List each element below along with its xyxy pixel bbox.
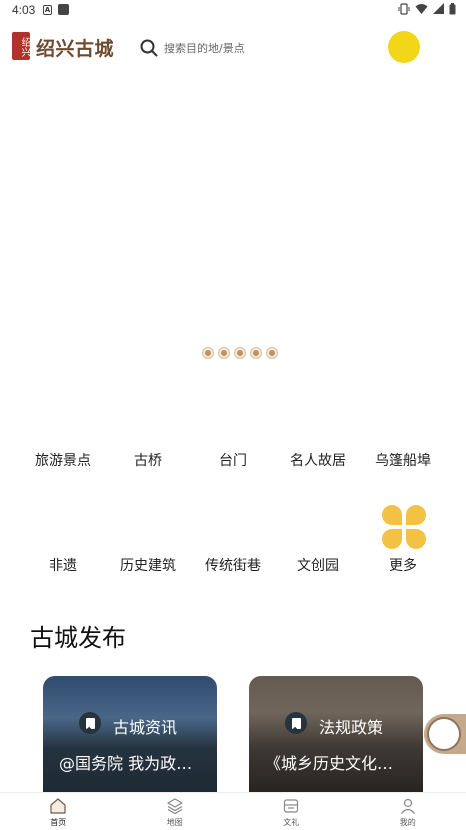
book-icon <box>285 712 307 734</box>
card-tag: 古城资讯 <box>113 718 178 737</box>
search-bar[interactable]: 搜索目的地/景点 <box>140 37 245 59</box>
carousel-dot[interactable] <box>267 348 277 358</box>
toggle-knob <box>427 717 461 751</box>
category-taimen[interactable]: 台门 <box>190 450 276 470</box>
floating-toggle-button[interactable] <box>424 714 466 754</box>
status-icons <box>398 3 456 15</box>
news-card[interactable]: 古城资讯 @国务院 我为政… <box>43 676 217 796</box>
avatar[interactable] <box>388 31 420 63</box>
category-intangible-heritage[interactable]: 非遗 <box>20 555 106 575</box>
home-icon <box>50 798 66 814</box>
banner-carousel[interactable] <box>0 74 466 374</box>
nav-profile[interactable]: 我的 <box>350 793 466 830</box>
carousel-dot[interactable] <box>251 348 261 358</box>
carousel-dot[interactable] <box>235 348 245 358</box>
card-tag: 法规政策 <box>319 718 384 737</box>
carousel-indicator <box>203 348 277 358</box>
nav-gift-label: 文礼 <box>283 818 300 827</box>
category-scenic-spots[interactable]: 旅游景点 <box>20 450 106 470</box>
gift-icon <box>284 799 299 813</box>
nav-map[interactable]: 地图 <box>117 793 234 830</box>
carousel-dot[interactable] <box>203 348 213 358</box>
card-description: @国务院 我为政… <box>59 754 193 773</box>
nav-home-label: 首页 <box>50 818 67 827</box>
logo-seal: 绍兴 <box>12 32 30 60</box>
status-time: 4:03 <box>12 3 36 17</box>
search-placeholder: 搜索目的地/景点 <box>164 42 245 55</box>
bookmark-icon <box>79 712 101 734</box>
category-creative-parks[interactable]: 文创园 <box>275 555 361 575</box>
nav-gift[interactable]: 文礼 <box>233 793 350 830</box>
category-more[interactable]: 更多 <box>360 555 446 575</box>
nav-profile-label: 我的 <box>399 818 416 827</box>
more-icon[interactable] <box>382 505 426 549</box>
app-logo-text: 绍兴古城 <box>36 38 115 60</box>
header: 绍兴 绍兴古城 搜索目的地/景点 <box>0 22 466 74</box>
nav-home[interactable]: 首页 <box>0 793 117 830</box>
category-celebrity-residences[interactable]: 名人故居 <box>275 450 361 470</box>
layers-icon <box>167 798 183 815</box>
notification-a-icon: A <box>43 5 52 15</box>
bottom-nav: 首页 地图 文礼 我的 <box>0 792 466 830</box>
category-historic-buildings[interactable]: 历史建筑 <box>105 555 191 575</box>
category-ancient-bridges[interactable]: 古桥 <box>105 450 191 470</box>
notification-square-icon <box>58 4 69 15</box>
signal-icon <box>433 3 444 14</box>
nav-map-label: 地图 <box>166 818 183 827</box>
wifi-icon <box>415 4 428 14</box>
card-description: 《城乡历史文化… <box>265 754 394 773</box>
search-icon <box>140 39 158 57</box>
person-icon <box>400 798 415 814</box>
category-traditional-streets[interactable]: 传统街巷 <box>190 555 276 575</box>
battery-icon <box>449 3 456 15</box>
status-bar: 4:03 A <box>0 0 466 22</box>
section-title: 古城发布 <box>30 624 126 652</box>
policy-card[interactable]: 法规政策 《城乡历史文化… <box>249 676 423 796</box>
vibrate-icon <box>398 3 410 15</box>
carousel-dot[interactable] <box>219 348 229 358</box>
category-boat-docks[interactable]: 乌篷船埠 <box>360 450 446 470</box>
